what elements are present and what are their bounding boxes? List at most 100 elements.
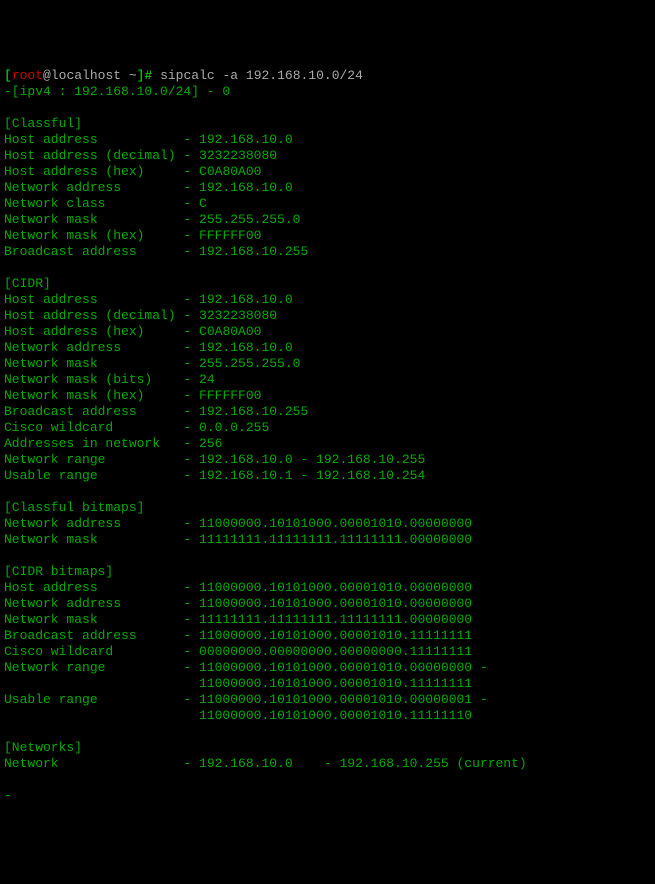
sep: - (183, 308, 199, 323)
bracket-close: ]# (137, 68, 160, 83)
label: Network range (4, 660, 183, 675)
blank (4, 724, 651, 740)
value: 256 (199, 436, 222, 451)
classful-row: Network address - 192.168.10.0 (4, 180, 651, 196)
cidr-bitmaps-row: Broadcast address - 11000000.10101000.00… (4, 628, 651, 644)
blank (4, 484, 651, 500)
sep: - (183, 324, 199, 339)
classful-row: Host address - 192.168.10.0 (4, 132, 651, 148)
label: Usable range (4, 468, 183, 483)
sep: - (183, 468, 199, 483)
sep: - (183, 452, 199, 467)
value: 192.168.10.0 (199, 292, 293, 307)
sep: - (183, 244, 199, 259)
label: Network mask (4, 532, 183, 547)
value: 11000000.10101000.00001010.00000000 (199, 516, 472, 531)
sep: - (183, 532, 199, 547)
value: 192.168.10.255 (199, 244, 308, 259)
cidr-bitmaps-row: Network mask - 11111111.11111111.1111111… (4, 612, 651, 628)
command: sipcalc -a 192.168.10.0/24 (160, 68, 363, 83)
value: 192.168.10.0 (199, 340, 293, 355)
section-title-classful-bitmaps: [Classful bitmaps] (4, 500, 651, 516)
value: 3232238080 (199, 148, 277, 163)
label: Network mask (4, 356, 183, 371)
label: Network mask (bits) (4, 372, 183, 387)
value: 11000000.10101000.00001010.00000000 - (199, 660, 488, 675)
cidr-bitmaps-row: Host address - 11000000.10101000.0000101… (4, 580, 651, 596)
section-title-networks: [Networks] (4, 740, 651, 756)
sep: - (183, 148, 199, 163)
classful-row: Host address (decimal) - 3232238080 (4, 148, 651, 164)
label: Broadcast address (4, 244, 183, 259)
cidr-row: Cisco wildcard - 0.0.0.255 (4, 420, 651, 436)
sep: - (183, 340, 199, 355)
classful-bitmaps-row: Network mask - 11111111.11111111.1111111… (4, 532, 651, 548)
value: 11000000.10101000.00001010.00000000 (199, 596, 472, 611)
sep: - (183, 516, 199, 531)
cidr-bitmaps-row-cont: 11000000.10101000.00001010.11111111 (4, 676, 651, 692)
label: Broadcast address (4, 628, 183, 643)
sep: - (183, 164, 199, 179)
label: Network class (4, 196, 183, 211)
label: Host address (decimal) (4, 308, 183, 323)
label: Network address (4, 340, 183, 355)
host: localhost (51, 68, 121, 83)
value: FFFFFF00 (199, 228, 261, 243)
value: C (199, 196, 207, 211)
value: 11000000.10101000.00001010.00000001 - (199, 692, 488, 707)
blank (4, 548, 651, 564)
classful-row: Broadcast address - 192.168.10.255 (4, 244, 651, 260)
sep: - (183, 404, 199, 419)
value: 255.255.255.0 (199, 356, 300, 371)
sep: - (183, 436, 199, 451)
prompt-line[interactable]: [root@localhost ~]# sipcalc -a 192.168.1… (4, 68, 651, 84)
value: 192.168.10.0 - 192.168.10.255 (199, 452, 425, 467)
value: 11000000.10101000.00001010.11111111 (199, 628, 472, 643)
value: 11000000.10101000.00001010.00000000 (199, 580, 472, 595)
label: Host address (hex) (4, 324, 183, 339)
terminal-output: [root@localhost ~]# sipcalc -a 192.168.1… (4, 68, 651, 804)
sep: - (183, 356, 199, 371)
label: Host address (4, 292, 183, 307)
sep: - (183, 228, 199, 243)
sep: - (183, 212, 199, 227)
cidr-row: Addresses in network - 256 (4, 436, 651, 452)
section-title-classful: [Classful] (4, 116, 651, 132)
value: 3232238080 (199, 308, 277, 323)
sep: - (183, 196, 199, 211)
label: Network address (4, 180, 183, 195)
label: Host address (hex) (4, 164, 183, 179)
label: Usable range (4, 692, 183, 707)
value: 192.168.10.0 - 192.168.10.255 (current) (199, 756, 527, 771)
cidr-row: Network address - 192.168.10.0 (4, 340, 651, 356)
sep: - (183, 644, 199, 659)
label: Network address (4, 516, 183, 531)
classful-row: Network mask (hex) - FFFFFF00 (4, 228, 651, 244)
cidr-bitmaps-row: Usable range - 11000000.10101000.0000101… (4, 692, 651, 708)
sep: - (183, 628, 199, 643)
networks-row: Network - 192.168.10.0 - 192.168.10.255 … (4, 756, 651, 772)
section-title-cidr: [CIDR] (4, 276, 651, 292)
cidr-row: Usable range - 192.168.10.1 - 192.168.10… (4, 468, 651, 484)
value: C0A80A00 (199, 164, 261, 179)
value: 24 (199, 372, 215, 387)
value: 255.255.255.0 (199, 212, 300, 227)
cidr-row: Host address (hex) - C0A80A00 (4, 324, 651, 340)
value: C0A80A00 (199, 324, 261, 339)
label: Network mask (4, 612, 183, 627)
cidr-bitmaps-row: Cisco wildcard - 00000000.00000000.00000… (4, 644, 651, 660)
cidr-bitmaps-row-cont: 11000000.10101000.00001010.11111110 (4, 708, 651, 724)
trailer: - (4, 788, 651, 804)
sep: - (183, 660, 199, 675)
classful-bitmaps-row: Network address - 11000000.10101000.0000… (4, 516, 651, 532)
sep: - (183, 372, 199, 387)
sep: - (183, 612, 199, 627)
cidr-row: Network mask (bits) - 24 (4, 372, 651, 388)
value: 0.0.0.255 (199, 420, 269, 435)
sep: - (183, 596, 199, 611)
value: 192.168.10.0 (199, 132, 293, 147)
label: Addresses in network (4, 436, 183, 451)
value: 00000000.00000000.00000000.11111111 (199, 644, 472, 659)
sep: - (183, 420, 199, 435)
sep: - (183, 580, 199, 595)
